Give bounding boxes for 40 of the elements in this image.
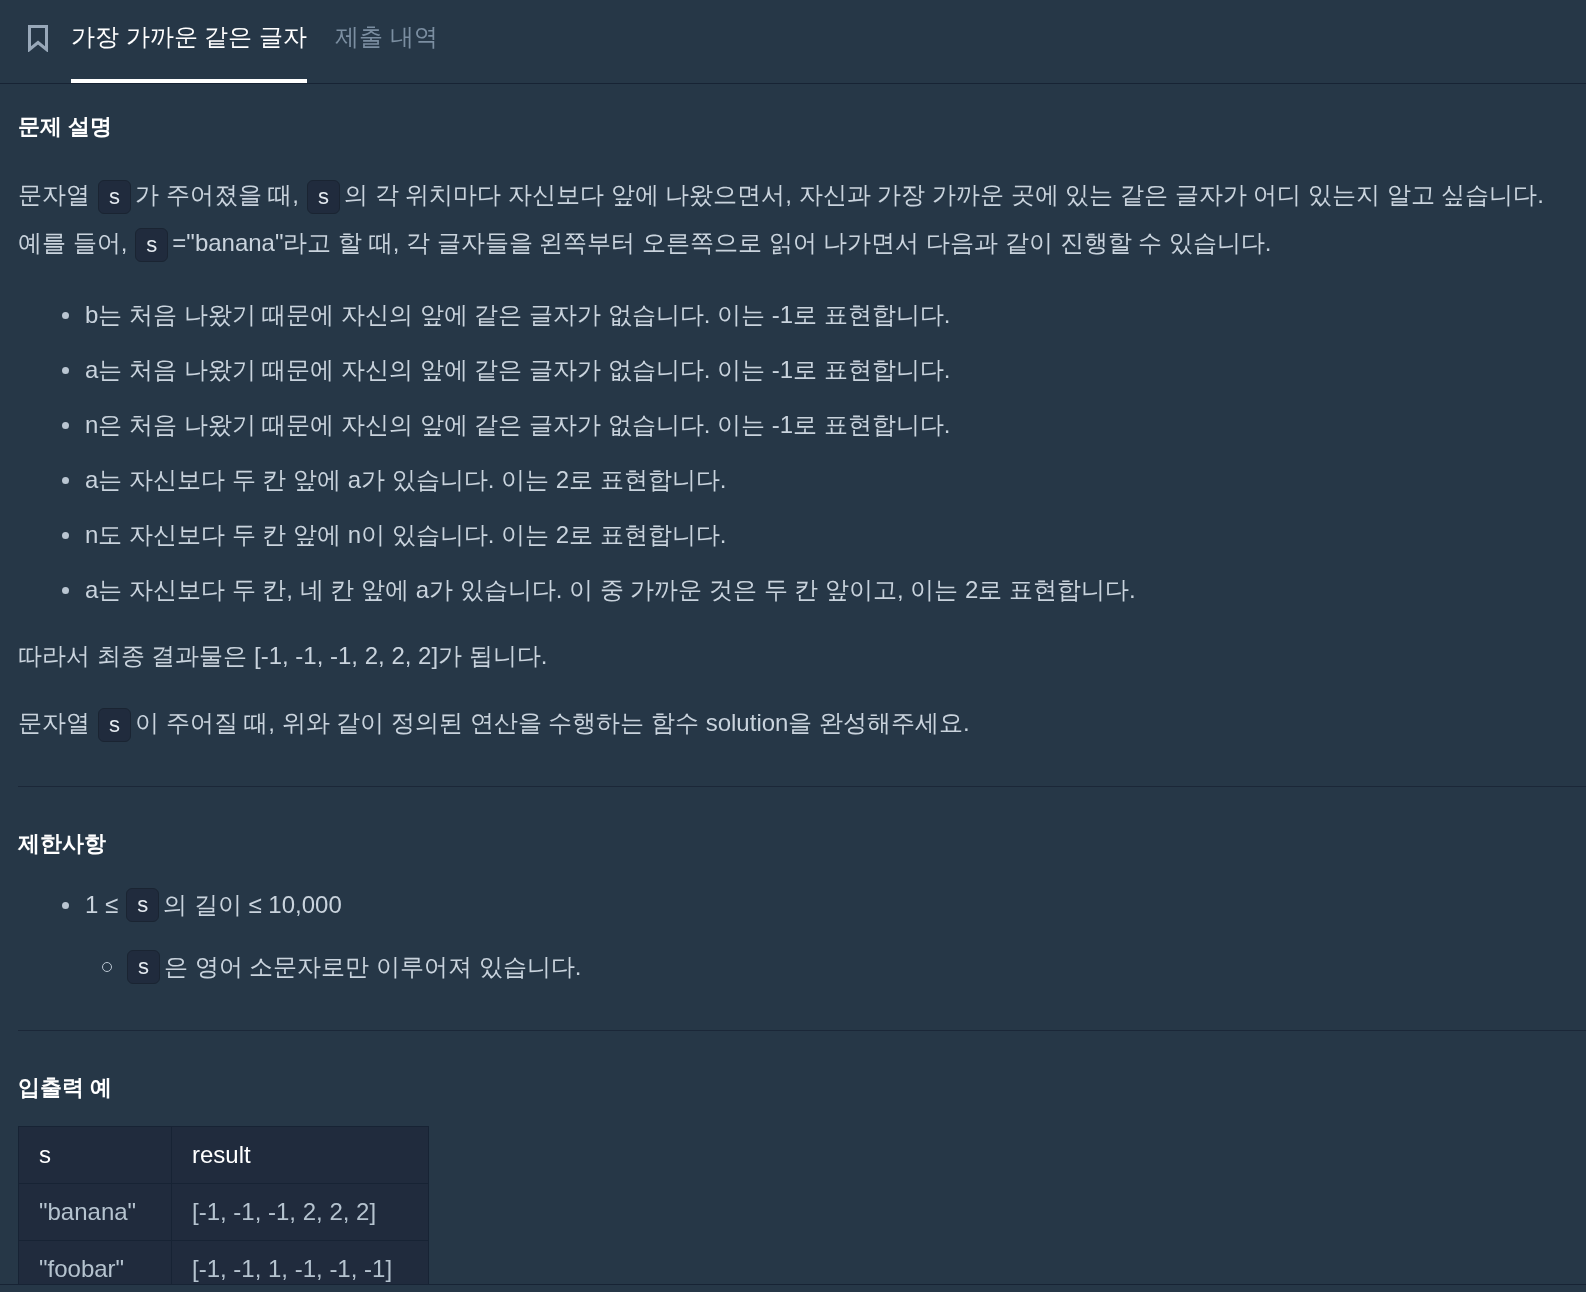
table-header-cell: s <box>18 1126 172 1184</box>
inline-code: s <box>127 950 160 984</box>
description-text: 문자열 <box>18 709 90 736</box>
section-heading: 제한사항 <box>18 830 106 858</box>
bullet-icon <box>62 531 69 539</box>
bullet-icon <box>62 476 69 484</box>
bullet-icon <box>62 586 69 594</box>
list-item-text: a는 자신보다 두 칸, 네 칸 앞에 a가 있습니다. 이 중 가까운 것은 두 칸 앞이고, 이는 2로 표현합니다. <box>85 575 1136 605</box>
tab[interactable]: 제출 내역 <box>335 0 438 83</box>
section-heading: 입출력 예 <box>18 1074 113 1102</box>
list-item-text: 의 길이 ≤ 10,000 <box>163 890 342 920</box>
table-header-cell: result <box>171 1126 429 1184</box>
inline-code: s <box>126 888 160 922</box>
table-cell: [-1, -1, -1, 2, 2, 2] <box>171 1183 429 1241</box>
table-cell: "banana" <box>18 1183 172 1241</box>
list-item-text: a는 자신보다 두 칸 앞에 a가 있습니다. 이는 2로 표현합니다. <box>85 465 727 495</box>
description-text: 따라서 최종 결과물은 [-1, -1, -1, 2, 2, 2]가 됩니다. <box>18 642 548 669</box>
description-text: 의 각 위치마다 자신보다 앞에 나왔으면서, 자신과 가장 가까운 곳에 있는 같은 글자가 어디 있는지 알고 싶습니다. <box>344 181 1545 208</box>
list-item-text: n은 처음 나왔기 때문에 자신의 앞에 같은 글자가 없습니다. 이는 -1로 표현합니다. <box>85 410 951 440</box>
list-item-text: 은 영어 소문자로만 이루어져 있습니다. <box>164 952 582 982</box>
list-item-text: b는 처음 나왔기 때문에 자신의 앞에 같은 글자가 없습니다. 이는 -1로 표현합니다. <box>85 300 951 330</box>
list-item-text: a는 처음 나왔기 때문에 자신의 앞에 같은 글자가 없습니다. 이는 -1로 표현합니다. <box>85 355 951 385</box>
bookmark-icon[interactable] <box>27 24 49 52</box>
list-item-text: 1 ≤ <box>85 891 119 919</box>
description-text: ="banana"라고 할 때, 각 글자들을 왼쪽부터 오른쪽으로 읽어 나가면서 다음과 같이 진행할 수 있습니다. <box>172 229 1272 256</box>
inline-code: s <box>307 179 340 214</box>
bullet-icon <box>62 311 69 319</box>
bullet-icon <box>62 421 69 429</box>
list-item-text: n도 자신보다 두 칸 앞에 n이 있습니다. 이는 2로 표현합니다. <box>85 520 727 550</box>
description-text: 가 주어졌을 때, <box>135 181 299 208</box>
description-text: 이 주어질 때, 위와 같이 정의된 연산을 수행하는 함수 solution을 완성해주세요. <box>135 709 970 736</box>
inline-code: s <box>98 179 131 214</box>
description-text: 예를 들어, <box>18 229 128 256</box>
bullet-icon <box>62 366 69 374</box>
inline-code: s <box>98 707 131 742</box>
section-heading: 문제 설명 <box>18 113 113 141</box>
inline-code: s <box>135 227 169 262</box>
description-text: 문자열 <box>18 181 90 208</box>
bullet-icon <box>62 901 69 909</box>
tab[interactable]: 가장 가까운 같은 글자 <box>71 0 307 83</box>
